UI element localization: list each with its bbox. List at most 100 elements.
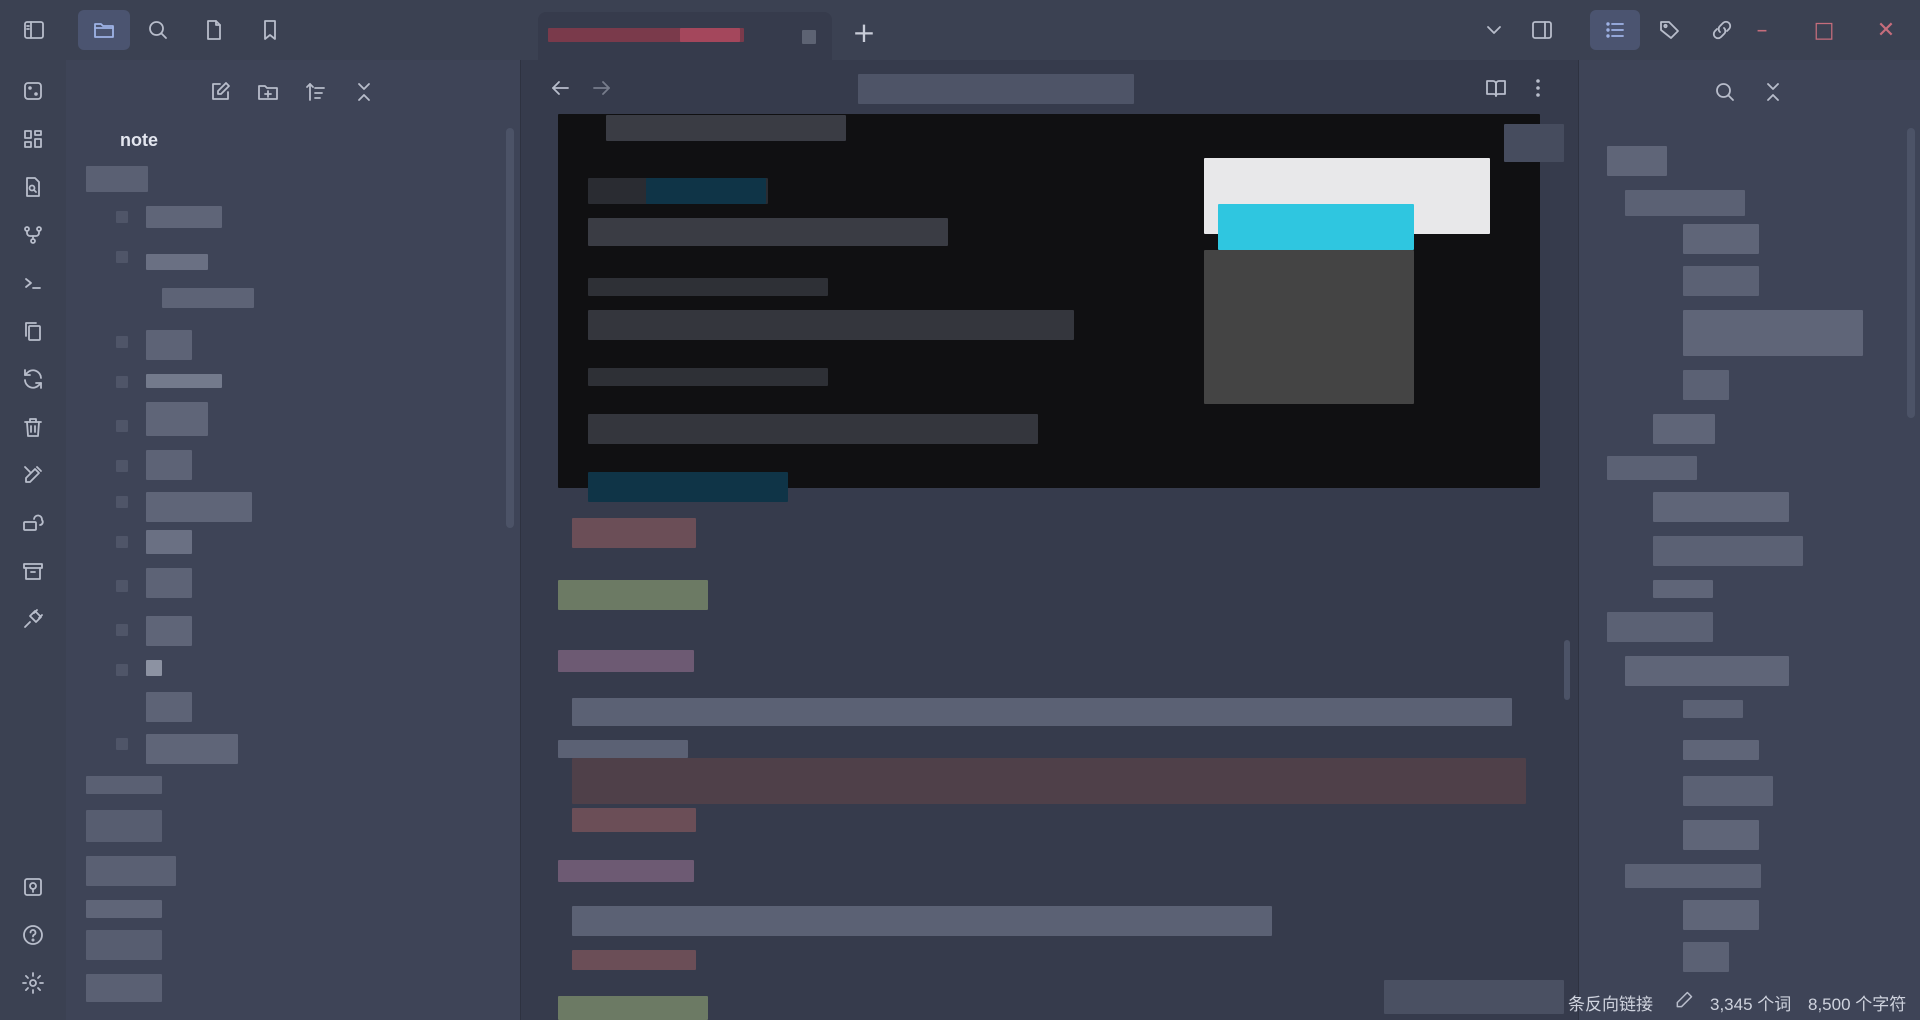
folder-item[interactable] xyxy=(86,930,162,960)
forward-arrow-icon[interactable] xyxy=(582,68,622,108)
help-icon[interactable] xyxy=(16,918,50,952)
active-tab[interactable] xyxy=(538,12,832,60)
outline-heading-item[interactable] xyxy=(1683,700,1743,718)
tree-chevron[interactable] xyxy=(116,251,128,263)
tree-item[interactable] xyxy=(146,330,192,360)
archive-icon[interactable] xyxy=(16,554,50,588)
folder-item[interactable] xyxy=(86,974,162,1002)
folder-item[interactable] xyxy=(86,900,162,918)
tag-redacted[interactable] xyxy=(558,580,708,610)
close-window-button[interactable]: ✕ xyxy=(1868,12,1904,48)
tools-wrench-icon[interactable] xyxy=(16,458,50,492)
backlinks-count[interactable]: 条反向链接 xyxy=(1568,990,1653,1015)
minimize-button[interactable]: – xyxy=(1744,12,1780,48)
tree-chevron[interactable] xyxy=(116,580,128,592)
outline-heading-item[interactable] xyxy=(1607,456,1697,480)
terminal-icon[interactable] xyxy=(16,266,50,300)
canvas-grid-icon[interactable] xyxy=(16,122,50,156)
tags-icon[interactable] xyxy=(1650,10,1690,50)
tag-redacted[interactable] xyxy=(558,996,708,1020)
outline-heading-item[interactable] xyxy=(1625,864,1761,888)
outline-heading-item[interactable] xyxy=(1683,900,1759,930)
tree-item[interactable] xyxy=(146,616,192,646)
tree-chevron[interactable] xyxy=(116,536,128,548)
tree-chevron[interactable] xyxy=(116,211,128,223)
sync-refresh-icon[interactable] xyxy=(16,362,50,396)
sort-order-icon[interactable] xyxy=(296,72,336,112)
outgoing-links-icon[interactable] xyxy=(1702,10,1742,50)
file-search-icon[interactable] xyxy=(16,170,50,204)
tree-chevron[interactable] xyxy=(116,738,128,750)
tree-item[interactable] xyxy=(146,374,222,388)
tree-chevron[interactable] xyxy=(116,420,128,432)
tree-item[interactable] xyxy=(146,206,222,228)
edit-mode-pencil-icon[interactable] xyxy=(1670,986,1698,1014)
tree-chevron[interactable] xyxy=(116,664,128,676)
outline-list-icon[interactable] xyxy=(1590,10,1640,50)
collapse-all-icon[interactable] xyxy=(344,72,384,112)
random-note-dice-icon[interactable] xyxy=(16,74,50,108)
settings-gear-icon[interactable] xyxy=(16,966,50,1000)
tab-list-chevron-down-icon[interactable] xyxy=(1474,10,1514,50)
folder-item[interactable] xyxy=(86,856,176,886)
vault-switch-icon[interactable] xyxy=(16,870,50,904)
tree-item[interactable] xyxy=(146,492,252,522)
plugin-plug-icon[interactable] xyxy=(16,602,50,636)
reading-view-book-icon[interactable] xyxy=(1476,68,1516,108)
tree-item[interactable] xyxy=(146,692,192,722)
tree-chevron[interactable] xyxy=(116,336,128,348)
file-explorer-scrollbar[interactable] xyxy=(506,128,514,528)
graph-view-icon[interactable] xyxy=(16,218,50,252)
new-note-icon[interactable] xyxy=(200,72,240,112)
new-tab-button[interactable]: + xyxy=(844,12,884,52)
editor-scrollbar[interactable] xyxy=(1564,640,1570,700)
tree-item[interactable] xyxy=(146,402,208,436)
cloud-sync-icon[interactable] xyxy=(16,506,50,540)
files-tab-folder-icon[interactable] xyxy=(78,10,130,50)
back-arrow-icon[interactable] xyxy=(540,68,580,108)
outline-heading-item[interactable] xyxy=(1607,146,1667,176)
trash-icon[interactable] xyxy=(16,410,50,444)
outline-heading-item[interactable] xyxy=(1683,820,1759,850)
outline-heading-item[interactable] xyxy=(1653,414,1715,444)
tab-close-icon[interactable] xyxy=(802,30,816,44)
outline-heading-item[interactable] xyxy=(1683,942,1729,972)
outline-search-icon[interactable] xyxy=(1705,72,1745,112)
outline-heading-item[interactable] xyxy=(1653,492,1789,522)
tree-item[interactable] xyxy=(146,568,192,598)
copy-files-icon[interactable] xyxy=(16,314,50,348)
outline-collapse-icon[interactable] xyxy=(1753,72,1793,112)
outline-heading-item[interactable] xyxy=(1683,776,1773,806)
outline-heading-item[interactable] xyxy=(1653,580,1713,598)
bookmark-icon[interactable] xyxy=(250,10,290,50)
outline-heading-item[interactable] xyxy=(1653,536,1803,566)
toggle-right-sidebar-icon[interactable] xyxy=(1522,10,1562,50)
note-title-redacted[interactable] xyxy=(858,74,1134,104)
tree-item[interactable] xyxy=(146,734,238,764)
outline-heading-item[interactable] xyxy=(1683,310,1863,356)
tree-item[interactable] xyxy=(146,450,192,480)
more-options-icon[interactable] xyxy=(1518,68,1558,108)
tree-chevron[interactable] xyxy=(116,460,128,472)
outline-heading-item[interactable] xyxy=(1625,190,1745,216)
new-folder-icon[interactable] xyxy=(248,72,288,112)
search-icon[interactable] xyxy=(138,10,178,50)
outline-heading-item[interactable] xyxy=(1683,266,1759,296)
vault-root-label[interactable]: note xyxy=(120,130,158,151)
folder-item[interactable] xyxy=(86,810,162,842)
outline-heading-item[interactable] xyxy=(1683,740,1759,760)
tree-chevron[interactable] xyxy=(116,496,128,508)
toggle-sidebar-icon[interactable] xyxy=(14,10,54,50)
tree-item[interactable] xyxy=(146,530,192,554)
tree-item[interactable] xyxy=(162,288,254,308)
folder-item[interactable] xyxy=(86,776,162,794)
maximize-button[interactable]: □ xyxy=(1806,12,1842,48)
tree-chevron[interactable] xyxy=(116,376,128,388)
outline-scrollbar[interactable] xyxy=(1907,128,1915,418)
tree-item[interactable] xyxy=(146,254,208,270)
folder-item[interactable] xyxy=(86,166,148,192)
file-icon[interactable] xyxy=(194,10,234,50)
outline-heading-item[interactable] xyxy=(1625,656,1789,686)
tree-chevron[interactable] xyxy=(116,624,128,636)
tree-item[interactable] xyxy=(146,660,162,676)
